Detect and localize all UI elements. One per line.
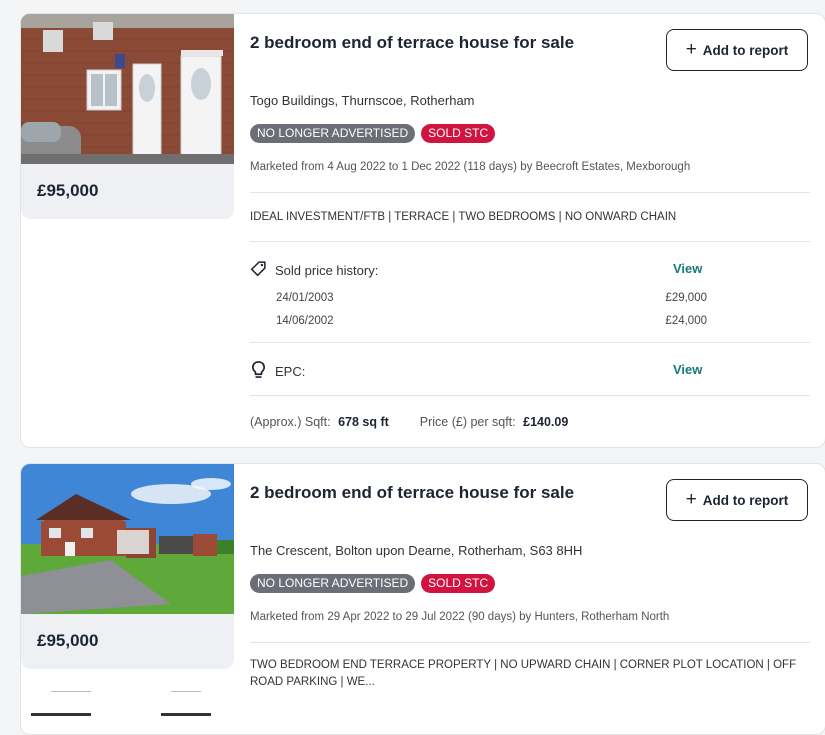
sqft-info: (Approx.) Sqft: 678 sq ft Price (£) per … <box>250 415 568 429</box>
listing-price: £95,000 <box>37 631 99 650</box>
status-badges: NO LONGER ADVERTISED SOLD STC <box>250 124 496 143</box>
sold-history-label: Sold price history: <box>275 262 379 278</box>
divider <box>250 342 810 343</box>
sold-stc-badge: SOLD STC <box>421 124 496 143</box>
lightbulb-icon <box>250 360 267 382</box>
marketed-info: Marketed from 4 Aug 2022 to 1 Dec 2022 (… <box>250 161 691 173</box>
price-per-sqft-label: Price (£) per sqft: <box>419 415 516 429</box>
property-photo[interactable] <box>21 14 234 164</box>
add-to-report-button[interactable]: + Add to report <box>666 479 808 521</box>
status-badge: NO LONGER ADVERTISED <box>250 124 416 143</box>
history-price: £29,000 <box>665 292 707 304</box>
epc-row: EPC: <box>250 360 305 382</box>
listing-title[interactable]: 2 bedroom end of terrace house for sale <box>250 483 574 503</box>
add-to-report-button[interactable]: + Add to report <box>666 29 808 71</box>
divider <box>250 192 810 193</box>
divider <box>250 642 810 643</box>
listing-card[interactable]: £95,000 2 bedroom end of terrace house f… <box>20 13 825 448</box>
plus-icon: + <box>685 38 697 60</box>
sold-stc-badge: SOLD STC <box>421 574 496 593</box>
marketed-info: Marketed from 29 Apr 2022 to 29 Jul 2022… <box>250 611 670 623</box>
add-to-report-label: Add to report <box>702 492 789 508</box>
property-photo-illustration <box>21 464 234 614</box>
epc-view-link[interactable]: View <box>673 362 702 377</box>
epc-label: EPC: <box>275 363 306 379</box>
sqft-label: (Approx.) Sqft: <box>250 415 331 429</box>
history-date: 14/06/2002 <box>276 315 334 327</box>
sold-history-view-link[interactable]: View <box>673 261 702 276</box>
price-tag-icon <box>250 260 267 280</box>
status-badges: NO LONGER ADVERTISED SOLD STC <box>250 574 496 593</box>
listing-description: TWO BEDROOM END TERRACE PROPERTY | NO UP… <box>250 659 797 688</box>
price-box: £95,000 <box>21 164 234 219</box>
listing-price: £95,000 <box>37 181 99 200</box>
history-price: £24,000 <box>665 315 707 327</box>
sold-price-history-row: Sold price history: <box>250 260 378 280</box>
add-to-report-label: Add to report <box>702 42 789 58</box>
listing-card[interactable]: £95,000 2 bedroom end of terrace house f… <box>20 463 825 735</box>
listing-title[interactable]: 2 bedroom end of terrace house for sale <box>250 33 574 53</box>
listing-address: The Crescent, Bolton upon Dearne, Rother… <box>250 543 583 558</box>
listing-address: Togo Buildings, Thurnscoe, Rotherham <box>250 93 475 108</box>
price-box: £95,000 <box>21 614 234 669</box>
sqft-value: 678 sq ft <box>338 415 389 429</box>
price-per-sqft-value: £140.09 <box>523 415 569 429</box>
property-photo[interactable] <box>21 464 234 614</box>
property-photo-illustration <box>21 14 234 164</box>
listing-description: IDEAL INVESTMENT/FTB | TERRACE | TWO BED… <box>250 211 677 223</box>
plus-icon: + <box>685 488 697 510</box>
divider <box>250 395 810 396</box>
history-date: 24/01/2003 <box>276 292 334 304</box>
status-badge: NO LONGER ADVERTISED <box>250 574 416 593</box>
divider <box>250 241 810 242</box>
thumbnail-strip <box>21 679 234 734</box>
